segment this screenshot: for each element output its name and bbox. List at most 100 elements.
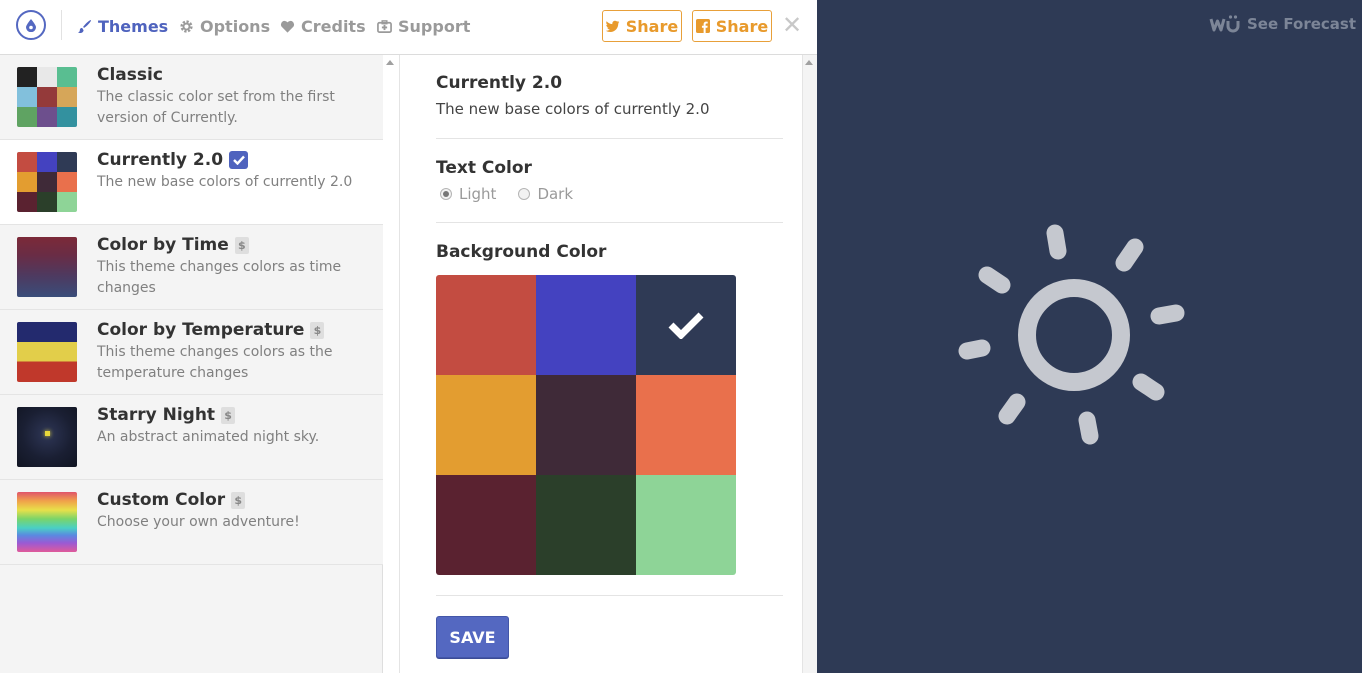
thumbnail-swatch (17, 172, 37, 192)
theme-title-text: Color by Temperature (97, 320, 305, 340)
tab-credits-label: Credits (301, 16, 366, 36)
color-swatch[interactable] (636, 375, 736, 475)
scroll-up-arrow-icon[interactable] (386, 59, 394, 67)
premium-badge: $ (234, 236, 249, 254)
theme-description: An abstract animated night sky. (97, 429, 320, 445)
color-swatch[interactable] (636, 275, 736, 375)
divider (436, 222, 783, 223)
color-by-temperature-thumbnail (17, 322, 77, 382)
gear-icon (180, 19, 193, 33)
see-forecast-link[interactable]: See Forecast (1209, 14, 1356, 34)
tab-support[interactable]: Support (377, 15, 470, 37)
close-icon[interactable]: ✕ (782, 13, 802, 37)
theme-title-text: Custom Color (97, 490, 226, 510)
theme-description: The classic color set from the first ver… (97, 89, 335, 126)
star-icon (45, 431, 50, 436)
selected-check-icon (229, 151, 249, 169)
theme-item-custom-color[interactable]: Custom Color $ Choose your own adventure… (0, 480, 383, 565)
premium-badge: $ (221, 406, 236, 424)
theme-item-currently-2[interactable]: Currently 2.0 The new base colors of cur… (0, 140, 383, 225)
thumbnail-swatch (57, 152, 77, 172)
premium-badge: $ (310, 321, 325, 339)
thumbnail-swatch (17, 192, 37, 212)
premium-badge: $ (231, 491, 246, 509)
color-swatch[interactable] (536, 275, 636, 375)
theme-item-color-by-time[interactable]: Color by Time $ This theme changes color… (0, 225, 383, 310)
divider (436, 595, 783, 596)
theme-description: This theme changes colors as the tempera… (97, 344, 333, 381)
tab-options-label: Options (200, 16, 271, 36)
text-color-heading: Text Color (436, 158, 532, 178)
color-swatch[interactable] (436, 475, 536, 575)
color-swatch[interactable] (536, 375, 636, 475)
radio-dark[interactable] (518, 188, 531, 200)
theme-title: Custom Color $ (97, 490, 246, 510)
see-forecast-label: See Forecast (1247, 15, 1356, 33)
theme-title: Starry Night $ (97, 405, 236, 425)
color-swatch[interactable] (436, 275, 536, 375)
wunderground-logo-icon (1209, 15, 1240, 33)
share-twitter-label: Share (625, 16, 679, 36)
theme-title: Currently 2.0 (97, 150, 249, 170)
text-color-options: Light Dark (440, 185, 595, 203)
thumbnail-swatch (37, 107, 57, 127)
theme-title-text: Starry Night (97, 405, 216, 425)
thumbnail-swatch (37, 67, 57, 87)
color-swatch[interactable] (636, 475, 736, 575)
radio-light-label[interactable]: Light (459, 185, 496, 203)
classic-thumbnail (17, 67, 77, 127)
thumbnail-swatch (57, 107, 77, 127)
thumbnail-swatch (57, 192, 77, 212)
theme-details: Currently 2.0 The new base colors of cur… (399, 55, 802, 673)
check-icon (668, 312, 704, 339)
thumbnail-swatch (37, 152, 57, 172)
share-twitter-button[interactable]: Share (602, 10, 682, 42)
theme-item-classic[interactable]: Classic The classic color set from the f… (0, 55, 383, 140)
share-facebook-label: Share (715, 16, 769, 36)
custom-color-thumbnail (17, 492, 77, 552)
color-swatch[interactable] (536, 475, 636, 575)
theme-title: Color by Temperature $ (97, 320, 325, 340)
tab-options[interactable]: Options (179, 15, 270, 37)
theme-list[interactable]: Classic The classic color set from the f… (0, 55, 383, 673)
details-scrollbar[interactable] (802, 55, 817, 673)
starry-night-thumbnail (17, 407, 77, 467)
theme-title: Color by Time $ (97, 235, 249, 255)
background-color-grid (436, 275, 736, 575)
thumbnail-swatch (37, 192, 57, 212)
tab-credits[interactable]: Credits (280, 15, 366, 37)
theme-item-color-by-temperature[interactable]: Color by Temperature $ This theme change… (0, 310, 383, 395)
theme-description: This theme changes colors as time change… (97, 259, 342, 296)
color-by-time-thumbnail (17, 237, 77, 297)
share-facebook-button[interactable]: Share (692, 10, 772, 42)
tab-themes-label: Themes (98, 16, 169, 36)
radio-light[interactable] (440, 188, 452, 200)
radio-dark-label[interactable]: Dark (537, 185, 573, 203)
settings-panel: Themes Options Credits Support Share Sha… (0, 0, 817, 673)
thumbnail-swatch (17, 152, 37, 172)
currently-logo-icon[interactable] (16, 10, 46, 40)
weather-preview: See Forecast (817, 0, 1362, 673)
details-description: The new base colors of currently 2.0 (436, 100, 710, 118)
theme-title-text: Color by Time (97, 235, 229, 255)
thumbnail-swatch (57, 67, 77, 87)
currently-2-thumbnail (17, 152, 77, 212)
save-button[interactable]: SAVE (436, 616, 509, 658)
scroll-up-arrow-icon[interactable] (805, 59, 813, 67)
color-swatch[interactable] (436, 375, 536, 475)
thumbnail-swatch (57, 172, 77, 192)
details-title: Currently 2.0 (436, 73, 563, 93)
theme-title: Classic (97, 65, 163, 85)
nav-divider (61, 10, 62, 40)
theme-title-text: Currently 2.0 (97, 150, 224, 170)
theme-item-starry-night[interactable]: Starry Night $ An abstract animated nigh… (0, 395, 383, 480)
thumbnail-swatch (17, 107, 37, 127)
thumbnail-swatch (17, 67, 37, 87)
thumbnail-swatch (17, 87, 37, 107)
tab-themes[interactable]: Themes (77, 15, 168, 37)
thumbnail-swatch (37, 87, 57, 107)
tab-support-label: Support (398, 16, 471, 36)
twitter-icon (605, 20, 619, 32)
background-color-heading: Background Color (436, 242, 607, 262)
paintbrush-icon (77, 19, 92, 33)
